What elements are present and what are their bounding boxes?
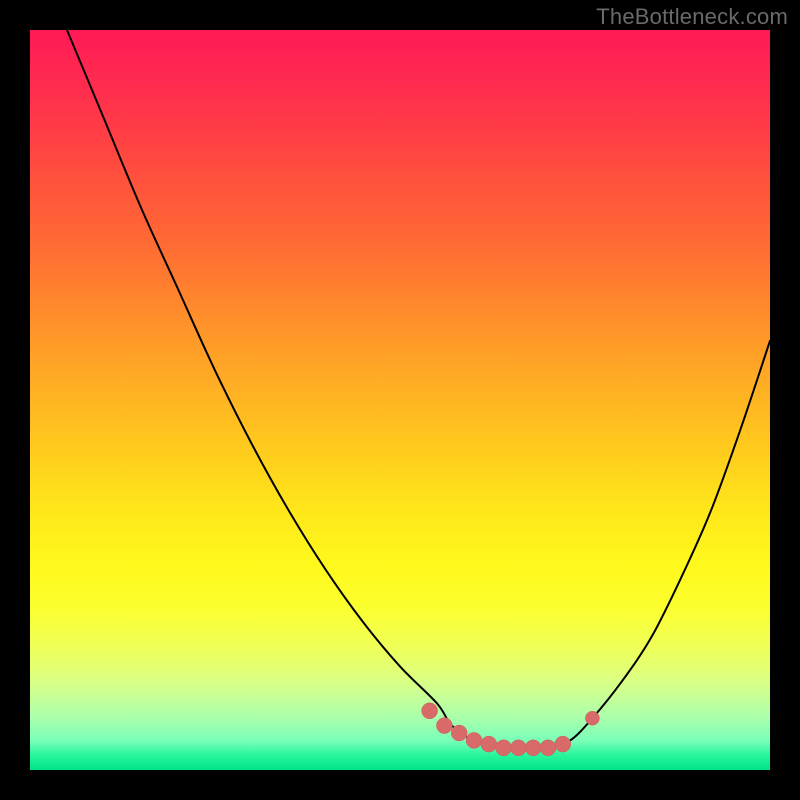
watermark-text: TheBottleneck.com	[596, 4, 788, 30]
trough-marker-dot	[436, 718, 452, 734]
trough-marker-dot	[466, 732, 482, 748]
curve-markers	[422, 703, 600, 756]
trough-marker-dot	[540, 740, 556, 756]
trough-marker-dot	[481, 736, 497, 752]
trough-marker-dot	[451, 725, 467, 741]
trough-marker-dot	[510, 740, 526, 756]
right-branch-marker-dot	[585, 711, 599, 725]
trough-marker-dot	[496, 740, 512, 756]
trough-marker-dot	[555, 736, 571, 752]
trough-marker-dot	[525, 740, 541, 756]
plot-area	[30, 30, 770, 770]
curve-overlay	[30, 30, 770, 770]
trough-marker-dot	[422, 703, 438, 719]
bottleneck-curve	[67, 30, 770, 749]
chart-frame: TheBottleneck.com	[0, 0, 800, 800]
